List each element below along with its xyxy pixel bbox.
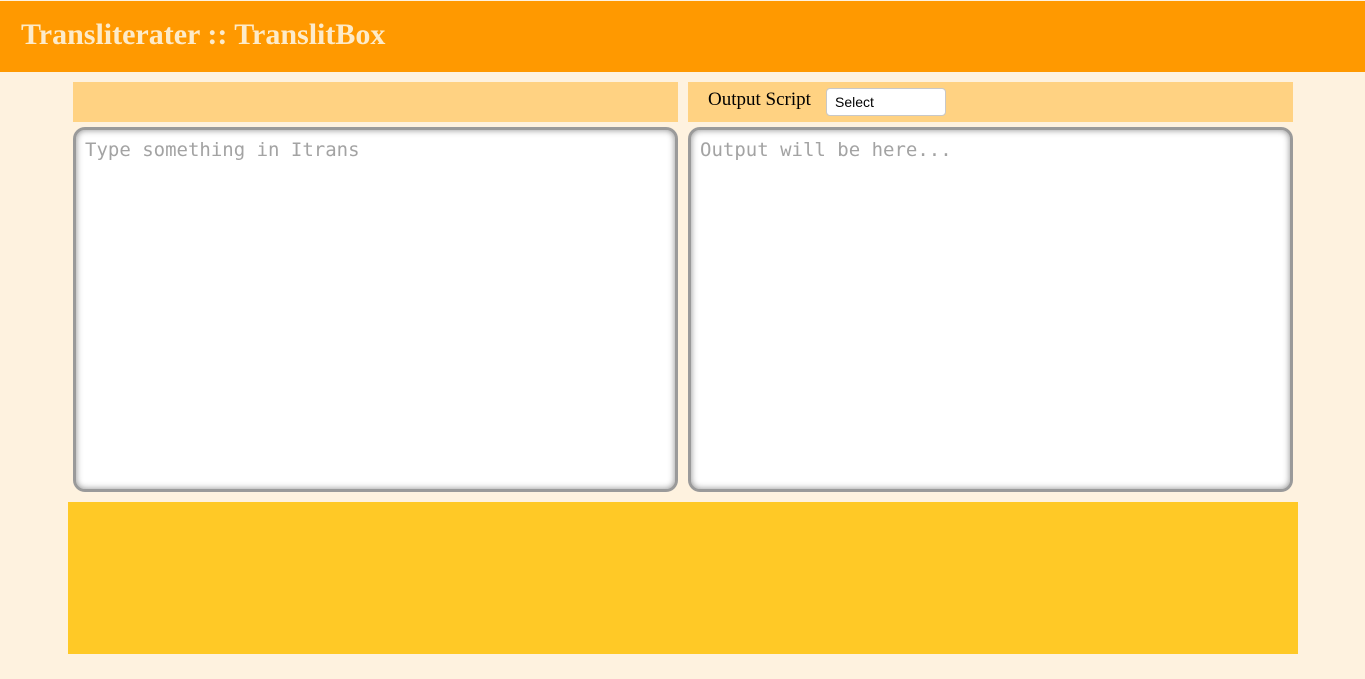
input-toolbar <box>73 82 678 122</box>
output-script-label: Output Script <box>708 89 811 110</box>
app-header: Transliterater :: TranslitBox <box>0 1 1365 72</box>
app-title: Transliterater :: TranslitBox <box>21 18 386 51</box>
output-script-select[interactable]: Select <box>826 88 946 116</box>
output-toolbar: Output Script Select <box>688 82 1293 122</box>
itrans-input[interactable] <box>73 127 678 492</box>
output-textarea[interactable] <box>688 127 1293 492</box>
footer-panel <box>68 502 1298 654</box>
